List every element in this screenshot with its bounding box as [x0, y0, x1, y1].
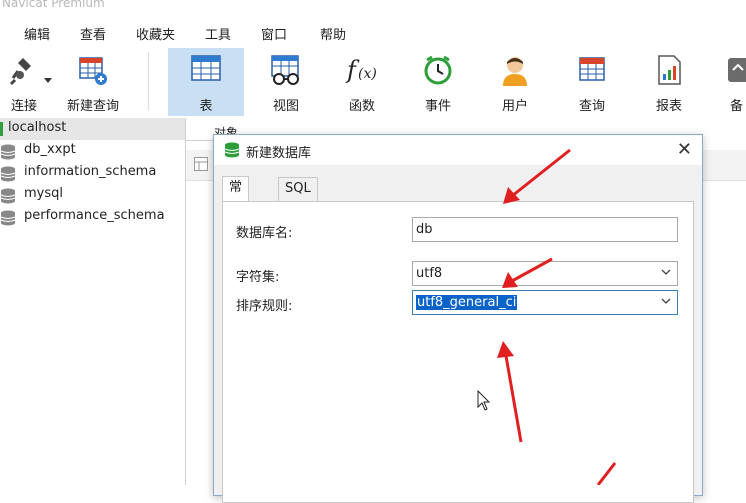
charset-label: 字符集:: [236, 270, 280, 285]
tree-label-db: performance_schema: [24, 208, 165, 223]
menu-bar: 编辑 查看 收藏夹 工具 窗口 帮助: [0, 16, 746, 46]
mouse-cursor-icon: [477, 390, 491, 411]
new-database-dialog: 新建数据库 ✕ 常规 SQL 预览 数据库名: db 字符集: utf8 排序规…: [213, 134, 703, 503]
view-button[interactable]: 视图: [256, 48, 316, 116]
charset-select[interactable]: utf8: [412, 261, 678, 286]
connection-tree: localhost db_xxpt information_schema mys…: [0, 118, 186, 485]
new-query-label: 新建查询: [66, 99, 119, 114]
database-icon: [0, 166, 16, 182]
dropdown-arrow-icon[interactable]: [44, 78, 52, 84]
table-label: 表: [199, 99, 213, 114]
window-title: Navicat Premium: [0, 0, 746, 14]
tree-item-localhost[interactable]: localhost: [0, 118, 185, 140]
database-name-label: 数据库名:: [236, 226, 293, 241]
grid-icon: [194, 157, 208, 171]
toolbar-separator: [148, 52, 149, 110]
new-query-button[interactable]: 新建查询: [62, 48, 124, 116]
database-icon: [0, 144, 16, 160]
function-button[interactable]: f (x) 函数: [334, 48, 390, 116]
query-icon: [579, 57, 605, 81]
database-icon: [0, 188, 16, 204]
tree-item-db[interactable]: information_schema: [0, 162, 185, 184]
menu-view[interactable]: 查看: [80, 24, 106, 43]
view-label: 视图: [272, 99, 299, 114]
connect-label: 连接: [10, 99, 37, 114]
toolbar: 连接 新建查询 表 视图 f (x) 函数 事件 用户 查询 报表 备: [0, 46, 746, 119]
collation-select[interactable]: utf8_general_ci: [412, 290, 678, 315]
tree-label-db: mysql: [24, 186, 63, 201]
function-label: 函数: [348, 99, 375, 114]
menu-help[interactable]: 帮助: [320, 24, 346, 43]
function-icon: f (x): [345, 56, 377, 84]
query-button[interactable]: 查询: [564, 48, 620, 116]
clock-icon: [424, 55, 452, 85]
database-icon: [0, 210, 16, 226]
event-label: 事件: [424, 99, 451, 114]
tab-sql-preview[interactable]: SQL 预览: [278, 177, 318, 240]
database-name-input[interactable]: db: [412, 217, 678, 242]
chevron-down-icon: [661, 298, 671, 304]
tree-item-db[interactable]: performance_schema: [0, 206, 185, 228]
menu-window[interactable]: 窗口: [261, 24, 287, 43]
general-panel: 数据库名: db 字符集: utf8 排序规则: utf8_general_ci: [222, 201, 694, 503]
chevron-down-icon: [661, 269, 671, 275]
menu-edit[interactable]: 编辑: [24, 24, 50, 43]
query-label: 查询: [578, 99, 605, 114]
event-button[interactable]: 事件: [410, 48, 466, 116]
table-icon: [191, 55, 221, 81]
database-icon: [224, 142, 240, 158]
collation-label: 排序规则:: [236, 299, 293, 314]
tree-item-db[interactable]: mysql: [0, 184, 185, 206]
menu-tools[interactable]: 工具: [205, 24, 231, 43]
close-icon[interactable]: ✕: [677, 139, 692, 160]
report-icon: [658, 55, 681, 85]
svg-text:(x): (x): [358, 66, 377, 82]
dialog-titlebar: 新建数据库 ✕: [214, 135, 702, 165]
menu-favorites[interactable]: 收藏夹: [136, 24, 175, 43]
view-icon: [271, 55, 299, 85]
backup-label: 备: [730, 99, 744, 114]
connect-button[interactable]: 连接: [0, 48, 54, 116]
tree-item-db[interactable]: db_xxpt: [0, 140, 185, 162]
tab-general[interactable]: 常规: [222, 176, 250, 217]
backup-icon: [728, 58, 746, 82]
charset-value: utf8: [416, 266, 443, 281]
plug-icon: [9, 58, 31, 86]
backup-button[interactable]: 备: [720, 48, 746, 116]
new-query-icon: [79, 57, 107, 85]
user-button[interactable]: 用户: [487, 48, 543, 116]
collation-value: utf8_general_ci: [416, 295, 518, 310]
tree-label-db: information_schema: [24, 164, 157, 179]
table-button[interactable]: 表: [168, 48, 244, 116]
user-label: 用户: [501, 99, 528, 114]
tree-label-localhost: localhost: [8, 120, 67, 135]
dialog-title: 新建数据库: [246, 146, 312, 161]
connection-icon: [0, 122, 3, 136]
tree-label-db: db_xxpt: [24, 142, 76, 157]
report-label: 报表: [655, 99, 682, 114]
report-button[interactable]: 报表: [641, 48, 697, 116]
user-icon: [503, 57, 527, 86]
